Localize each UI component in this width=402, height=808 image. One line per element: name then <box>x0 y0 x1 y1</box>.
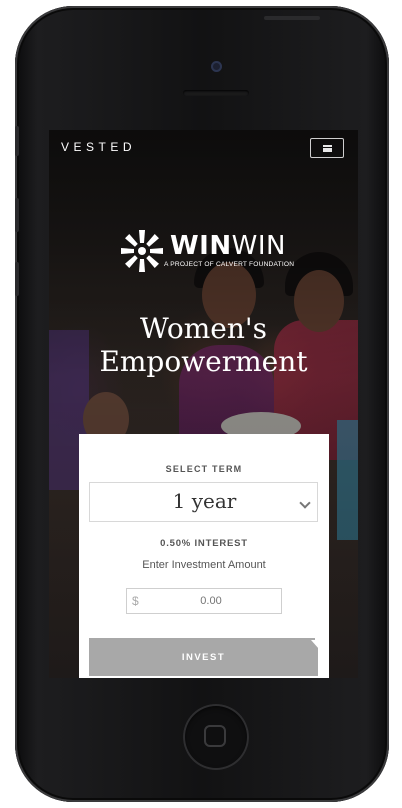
mute-switch <box>15 126 19 156</box>
page-title: Women's Empowerment <box>99 312 308 378</box>
term-selected-value: 1 year <box>172 489 237 513</box>
investment-card: SELECT TERM 1 year 0.50% INTEREST Enter … <box>79 434 329 678</box>
select-term-label: SELECT TERM <box>165 464 243 474</box>
home-button[interactable] <box>183 704 249 770</box>
interest-rate: 0.50% INTEREST <box>160 538 248 549</box>
currency-symbol: $ <box>132 594 139 608</box>
front-camera <box>211 61 222 72</box>
hamburger-menu-icon <box>322 144 332 152</box>
power-button <box>264 16 320 20</box>
investment-amount-input[interactable] <box>145 589 277 613</box>
invest-button[interactable]: INVEST <box>89 638 318 676</box>
menu-button[interactable] <box>310 138 344 158</box>
brand-name[interactable]: VESTED <box>61 140 136 154</box>
volume-down-button <box>15 262 19 296</box>
phone-screen: VESTED WINWIN A PROJECT OF CALVERT FOUND… <box>49 130 358 678</box>
investment-amount-field[interactable]: $ <box>126 588 282 614</box>
starburst-logo-icon <box>121 230 163 272</box>
logo-tagline: A PROJECT OF CALVERT FOUNDATION <box>164 261 295 268</box>
earpiece-speaker <box>183 90 249 96</box>
volume-up-button <box>15 198 19 232</box>
term-select[interactable]: 1 year <box>89 482 318 522</box>
amount-label: Enter Investment Amount <box>142 559 266 571</box>
logo-wordmark: WINWIN <box>170 231 286 261</box>
cursor-arrow-icon <box>311 633 327 649</box>
home-button-square-icon <box>204 725 226 747</box>
